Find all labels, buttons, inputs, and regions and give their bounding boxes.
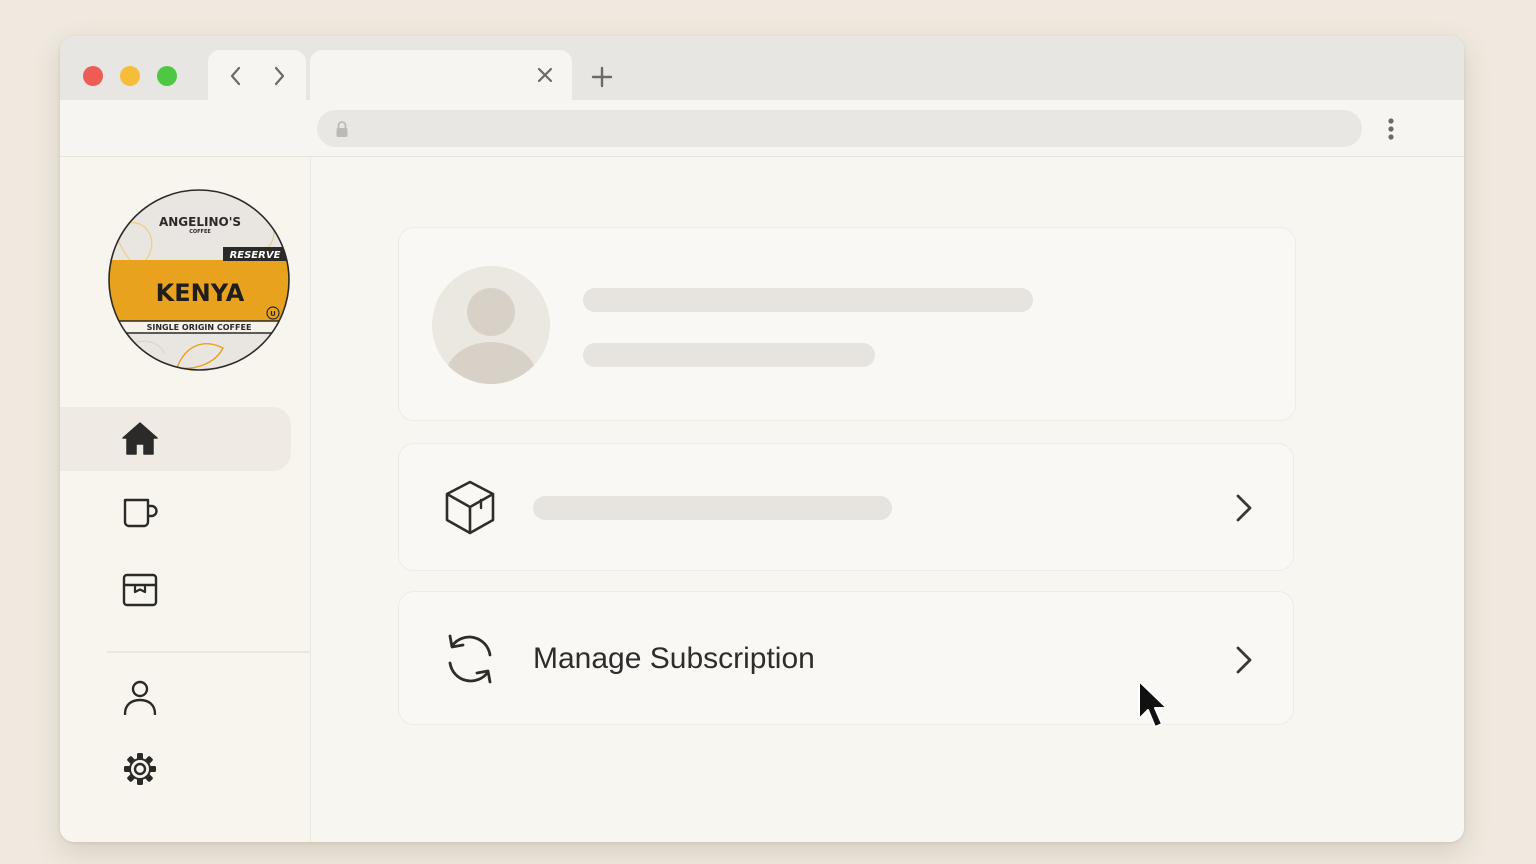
- sidebar-item-profile[interactable]: [60, 665, 291, 729]
- browser-toolbar: [60, 100, 1464, 157]
- logo-brand: ANGELINO'S: [159, 215, 241, 229]
- manage-subscription-label: Manage Subscription: [533, 642, 815, 675]
- profile-name-placeholder: [583, 288, 1033, 312]
- user-icon: [123, 680, 157, 715]
- home-icon: [122, 422, 158, 455]
- browser-window: ANGELINO'S COFFEE RESERVE KENYA U SINGLE…: [60, 36, 1464, 842]
- logo-badge: RESERVE: [230, 250, 281, 261]
- brand-logo[interactable]: ANGELINO'S COFFEE RESERVE KENYA U SINGLE…: [107, 188, 291, 372]
- tab-bar: [60, 36, 1464, 100]
- main-content: Manage Subscription: [311, 157, 1464, 842]
- profile-subtitle-placeholder: [583, 343, 875, 367]
- settings-gear-icon: [124, 753, 156, 785]
- back-button[interactable]: [224, 64, 248, 88]
- orders-row[interactable]: [398, 443, 1294, 571]
- sidebar-item-settings[interactable]: [60, 737, 291, 801]
- sidebar-item-home[interactable]: [60, 407, 291, 471]
- close-window-button[interactable]: [83, 66, 103, 86]
- navigation-tab: [208, 50, 306, 100]
- avatar[interactable]: [432, 266, 550, 384]
- sidebar-item-box[interactable]: [60, 558, 291, 622]
- profile-card: [398, 227, 1296, 421]
- lock-icon: [336, 121, 348, 137]
- minimize-window-button[interactable]: [120, 66, 140, 86]
- more-vertical-icon: [1388, 118, 1394, 140]
- tab-close-button[interactable]: [534, 64, 556, 86]
- new-tab-button[interactable]: [589, 64, 615, 90]
- logo-brand-sub: COFFEE: [189, 229, 211, 235]
- sidebar-item-coffee[interactable]: [60, 481, 291, 545]
- sidebar-divider: [107, 651, 311, 653]
- box-icon: [122, 573, 158, 607]
- chevron-left-icon: [230, 66, 241, 86]
- logo-mark: U: [270, 310, 276, 318]
- package-icon: [445, 480, 495, 535]
- close-icon: [537, 67, 553, 83]
- forward-button[interactable]: [267, 64, 291, 88]
- coffee-cup-icon: [123, 498, 158, 528]
- chevron-right-icon: [1236, 646, 1252, 674]
- orders-row-label-placeholder: [533, 496, 892, 520]
- zoom-window-button[interactable]: [157, 66, 177, 86]
- plus-icon: [591, 66, 613, 88]
- user-placeholder-icon: [445, 288, 537, 384]
- logo-name: KENYA: [156, 279, 245, 307]
- address-bar[interactable]: [317, 110, 1362, 147]
- mouse-cursor-icon: [1138, 680, 1168, 728]
- logo-tagline: SINGLE ORIGIN COFFEE: [147, 323, 252, 332]
- chevron-right-icon: [274, 66, 285, 86]
- chevron-right-icon: [1236, 494, 1252, 522]
- browser-tab[interactable]: [310, 50, 572, 100]
- browser-menu-button[interactable]: [1386, 116, 1396, 142]
- sidebar: ANGELINO'S COFFEE RESERVE KENYA U SINGLE…: [60, 157, 311, 842]
- refresh-icon: [448, 634, 492, 684]
